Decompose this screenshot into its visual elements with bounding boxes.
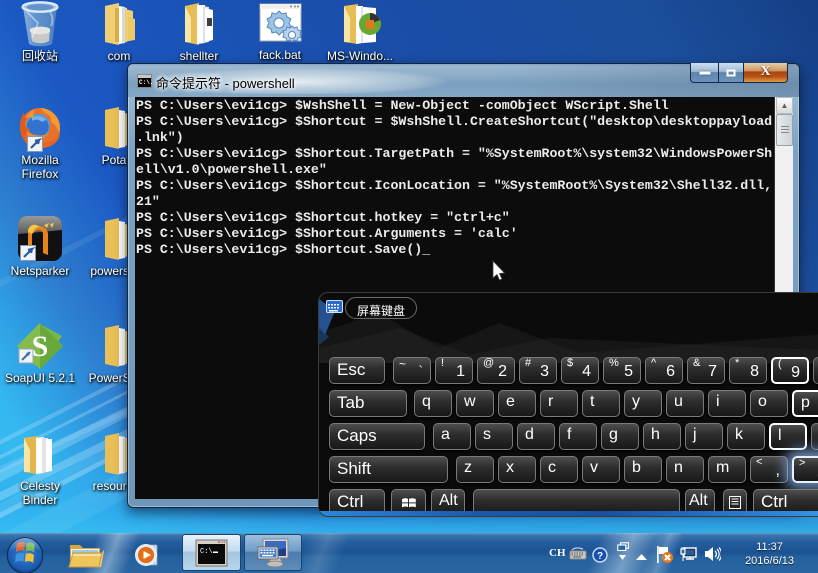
svg-text:C:\: C:\ [200, 548, 213, 556]
svg-text:S: S [32, 330, 49, 363]
svg-text:?: ? [597, 551, 603, 562]
